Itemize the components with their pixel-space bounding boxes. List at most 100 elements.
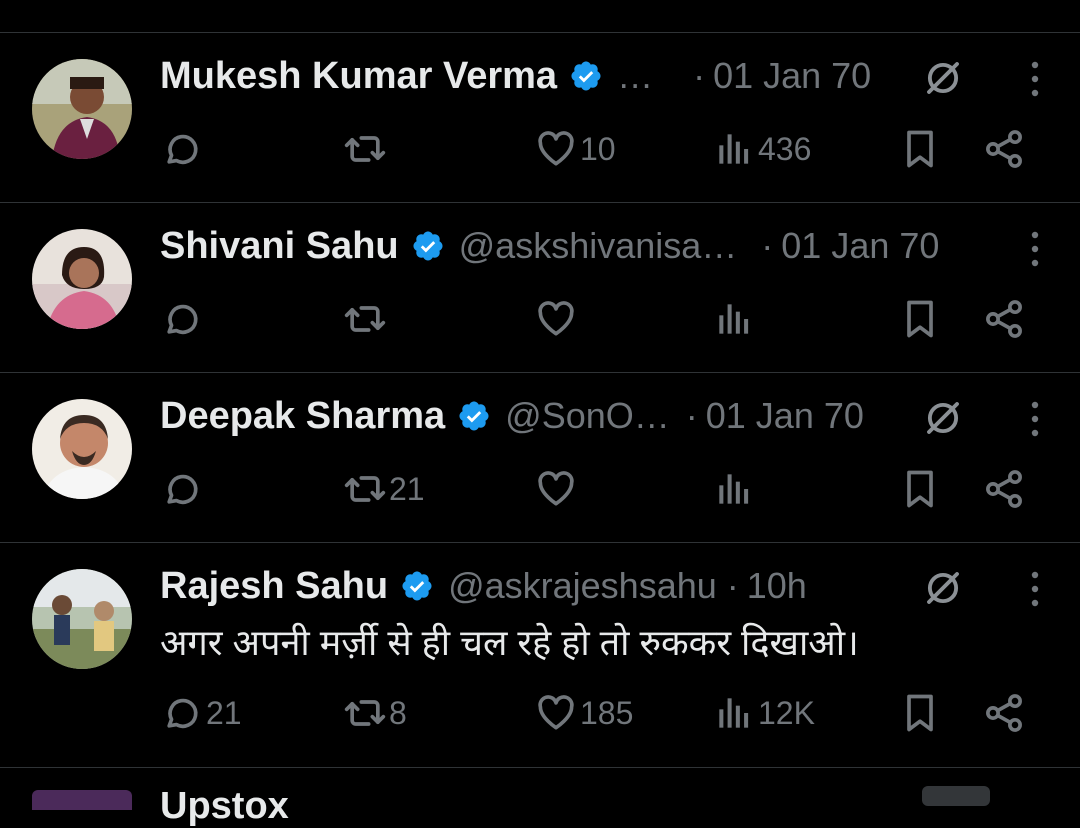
bookmark-icon [907,300,933,338]
reply-button[interactable] [160,127,206,171]
author-name[interactable]: Mukesh Kumar Verma [160,55,557,98]
post-time[interactable]: 01 Jan 70 [713,55,871,97]
action-bar: 21 8 185 12K [160,691,1040,741]
reply-count: 21 [206,694,242,731]
like-icon [538,471,574,506]
like-count: 185 [580,694,634,731]
share-icon [986,694,1022,732]
post-header: Mukesh Kumar Verma … · 01 Jan 70 [160,51,871,101]
post-time[interactable]: 01 Jan 70 [706,395,864,437]
repost-icon [344,476,386,502]
share-icon [986,130,1022,168]
views-icon [719,134,749,164]
next-post-avatar[interactable] [32,790,132,810]
like-count: 10 [580,130,616,167]
views-count: 12K [758,694,815,731]
repost-button[interactable]: 8 [343,691,407,735]
bookmark-icon [907,470,933,508]
reply-icon [167,698,198,729]
grok-icon[interactable] [922,567,964,609]
action-bar: 21 [160,467,1040,517]
author-handle[interactable]: @askrajeshsahu [448,565,717,607]
next-post-author[interactable]: Upstox [160,785,289,828]
share-button[interactable] [982,127,1026,171]
like-button[interactable] [534,297,580,341]
views-icon [719,474,749,504]
bookmark-button[interactable] [898,691,942,735]
reply-button[interactable] [160,467,206,511]
repost-icon [344,700,386,726]
bookmark-button[interactable] [898,297,942,341]
reply-button[interactable] [160,297,206,341]
repost-button[interactable] [343,297,389,341]
grok-icon[interactable] [922,57,964,99]
author-name[interactable]: Shivani Sahu [160,225,399,268]
more-options-icon[interactable] [1030,401,1040,437]
reply-button[interactable]: 21 [160,691,242,735]
more-options-icon[interactable] [1030,571,1040,607]
author-handle[interactable]: … [617,55,653,97]
like-icon [538,695,574,730]
repost-button[interactable]: 21 [343,467,425,511]
views-button[interactable]: 12K [712,691,815,735]
like-button[interactable] [534,467,580,511]
repost-button[interactable] [343,127,389,171]
reply-icon [167,304,198,335]
grok-icon[interactable] [922,397,964,439]
action-bar: 10 436 [160,127,1040,177]
post-card[interactable]: Rajesh Sahu @askrajeshsahu · 10h अगर अपन… [0,543,1080,768]
like-button[interactable]: 10 [534,127,616,171]
author-name[interactable]: Deepak Sharma [160,395,445,438]
reply-icon [167,134,198,165]
action-bar [160,297,1040,347]
separator-dot: · [693,55,706,96]
post-header: Rajesh Sahu @askrajeshsahu · 10h [160,561,807,611]
views-icon [719,304,749,334]
author-handle[interactable]: @askshivanisa… [459,225,738,267]
more-options-icon[interactable] [1030,61,1040,97]
views-button[interactable]: 436 [712,127,811,171]
verified-badge-icon [413,231,443,261]
views-button[interactable] [712,297,758,341]
separator-dot: · [761,225,774,266]
avatar[interactable] [32,229,132,329]
post-header: Shivani Sahu @askshivanisa… · 01 Jan 70 [160,221,939,271]
views-count: 436 [758,130,812,167]
views-icon [719,698,749,728]
share-button[interactable] [982,297,1026,341]
more-options-icon[interactable] [1030,231,1040,267]
share-icon [986,470,1022,508]
avatar[interactable] [32,569,132,669]
post-header: Deepak Sharma @SonO… · 01 Jan 70 [160,391,864,441]
bookmark-icon [907,694,933,732]
views-button[interactable] [712,467,758,511]
reply-icon [167,474,198,505]
post-card[interactable]: Deepak Sharma @SonO… · 01 Jan 70 21 [0,373,1080,543]
author-handle[interactable]: @SonO… [505,395,670,437]
bookmark-button[interactable] [898,127,942,171]
repost-icon [344,136,386,162]
post-card[interactable]: Mukesh Kumar Verma … · 01 Jan 70 10 436 [0,33,1080,203]
verified-badge-icon [571,61,601,91]
author-name[interactable]: Rajesh Sahu [160,565,388,608]
like-button[interactable]: 185 [534,691,633,735]
post-time[interactable]: 01 Jan 70 [781,225,939,267]
post-card[interactable]: Shivani Sahu @askshivanisa… · 01 Jan 70 [0,203,1080,373]
verified-badge-icon [402,571,432,601]
separator-dot: · [726,565,739,606]
avatar[interactable] [32,399,132,499]
bookmark-button[interactable] [898,467,942,511]
like-icon [538,131,574,166]
post-time[interactable]: 10h [747,565,807,607]
like-icon [538,301,574,336]
verified-badge-icon [459,401,489,431]
share-button[interactable] [982,467,1026,511]
separator-dot: · [685,395,698,436]
share-button[interactable] [982,691,1026,735]
bookmark-icon [907,130,933,168]
share-icon [986,300,1022,338]
avatar[interactable] [32,59,132,159]
ad-label [922,786,990,806]
repost-count: 21 [389,470,425,507]
repost-count: 8 [389,694,407,731]
